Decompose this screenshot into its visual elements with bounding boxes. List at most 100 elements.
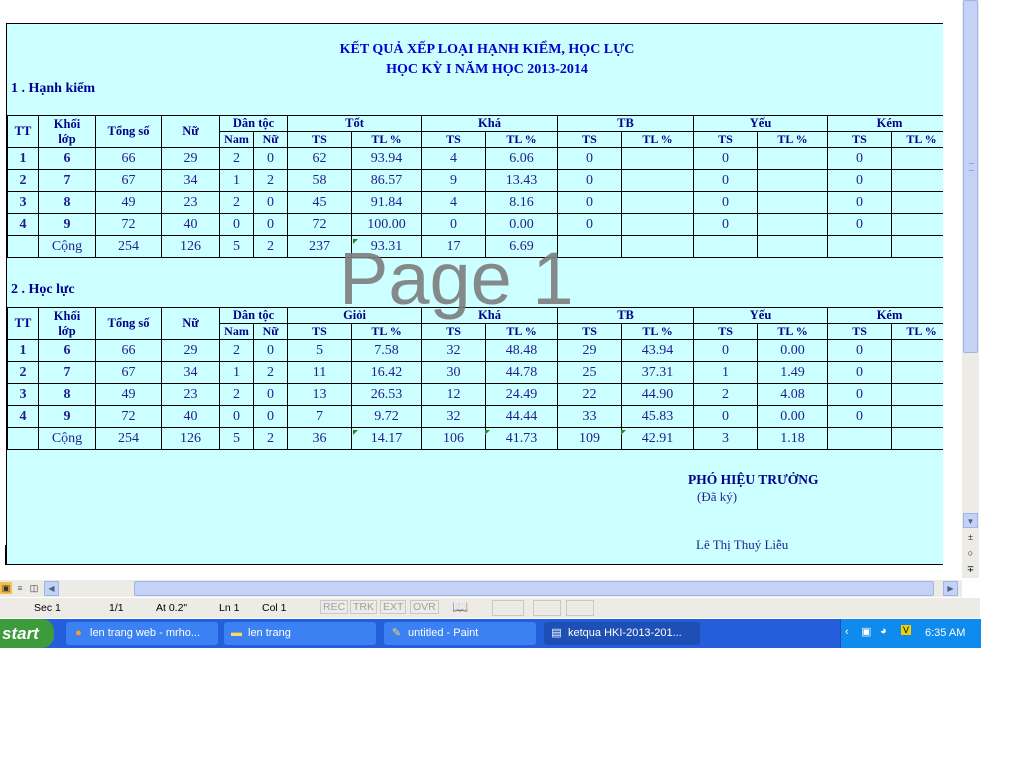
header-khoi-line2: lớp — [58, 131, 76, 146]
header-tong-so: Tổng số — [95, 115, 162, 148]
table-cell: 0 — [693, 147, 759, 170]
status-trk[interactable]: TRK — [350, 600, 377, 614]
table-row: Cộng 254 126 5 2 36 14.17 106 41.73 109 42.91 3 1.18 — [7, 427, 943, 450]
table-cell — [7, 427, 39, 450]
table-cell: 6.69 — [485, 235, 559, 258]
reading-view-icon[interactable]: ◫ — [28, 582, 40, 594]
antivirus-icon[interactable]: V — [901, 625, 912, 635]
status-ovr[interactable]: OVR — [410, 600, 439, 614]
next-page-button[interactable]: ∓ — [963, 562, 978, 577]
table-cell — [621, 213, 695, 236]
table-cell: 58 — [287, 169, 353, 192]
select-browse-object-button[interactable]: ○ — [963, 546, 978, 561]
table-cell: 8 — [38, 383, 96, 406]
table-cell: 7 — [38, 169, 96, 192]
table-row: 2 7 67 34 1 2 11 16.42 30 44.78 25 37.31 1 1.49 0 — [7, 361, 943, 384]
outline-view-icon[interactable]: ≡ — [14, 582, 26, 594]
header-tt: TT — [7, 307, 39, 340]
table-cell: 93.94 — [351, 147, 423, 170]
print-layout-view-icon[interactable]: ▣ — [0, 582, 12, 594]
header-ts: TS — [693, 323, 759, 340]
scroll-right-button[interactable]: ▶ — [943, 581, 958, 596]
table-cell: 2 — [219, 383, 254, 406]
start-button[interactable]: start — [0, 619, 54, 648]
table-cell — [621, 191, 695, 214]
header-tl: TL % — [891, 323, 943, 340]
table-cell — [827, 235, 893, 258]
comment-marker — [621, 430, 626, 435]
table-cell: 17 — [421, 235, 487, 258]
table-cell: 1 — [7, 147, 39, 170]
taskbar-item-word[interactable]: ▤ ketqua HKI-2013-201... — [544, 622, 700, 645]
table-cell: 0 — [557, 213, 623, 236]
spelling-status-icon[interactable]: 📖 — [452, 599, 468, 615]
table-cell: 7 — [38, 361, 96, 384]
taskbar-item-paint[interactable]: ✎ untitled - Paint — [384, 622, 536, 645]
status-ext[interactable]: EXT — [380, 600, 407, 614]
taskbar-item-folder[interactable]: ▬ len trang — [224, 622, 376, 645]
table-cell: 7.58 — [351, 339, 423, 362]
table-cell: 0 — [557, 147, 623, 170]
header-group: Kém — [827, 115, 943, 132]
header-ts: TS — [287, 131, 353, 148]
report-title: KẾT QUẢ XẾP LOẠI HẠNH KIỂM, HỌC LỰC — [339, 42, 635, 57]
table-cell: 72 — [95, 405, 162, 428]
header-group: Tốt — [287, 115, 423, 132]
header-khoi-line2: lớp — [58, 323, 76, 338]
table-cell: 44.90 — [621, 383, 695, 406]
header-group: Khá — [421, 115, 559, 132]
tray-expand-icon[interactable]: ‹ — [845, 626, 849, 638]
table-cell: 0 — [557, 191, 623, 214]
scroll-down-button[interactable]: ▼ — [963, 513, 978, 528]
vertical-scroll-thumb[interactable] — [963, 0, 978, 353]
scroll-left-button[interactable]: ◀ — [44, 581, 59, 596]
table-cell: 4 — [421, 147, 487, 170]
header-group: Yếu — [693, 115, 829, 132]
table-cell: 9 — [38, 213, 96, 236]
clock[interactable]: 6:35 AM — [925, 627, 965, 639]
header-tl: TL % — [757, 131, 829, 148]
network-icon[interactable]: ▣ — [861, 625, 871, 638]
table-cell: 2 — [693, 383, 759, 406]
previous-page-button[interactable]: ± — [963, 530, 978, 545]
status-rec[interactable]: REC — [320, 600, 349, 614]
table-cell: 126 — [161, 235, 220, 258]
header-tl: TL % — [757, 323, 829, 340]
header-dan-toc: Dân tộc — [218, 115, 289, 132]
header-khoi-line1: Khối — [53, 308, 81, 323]
table-row: 2 7 67 34 1 2 58 86.57 9 13.43 0 0 0 — [7, 169, 943, 192]
document-page[interactable]: KẾT QUẢ XẾP LOẠI HẠNH KIỂM, HỌC LỰC HỌC … — [6, 23, 943, 565]
firefox-icon: ● — [75, 627, 82, 639]
taskbar-item-firefox[interactable]: ● len trang web - mrho... — [66, 622, 218, 645]
header-ts: TS — [421, 131, 487, 148]
table-cell — [757, 213, 829, 236]
horizontal-scroll-thumb[interactable] — [134, 581, 934, 596]
table-cell — [7, 235, 39, 258]
folder-icon: ▬ — [231, 627, 242, 639]
section-academic-heading: 2 . Học lực — [11, 282, 75, 297]
header-group: TB — [557, 307, 695, 324]
horizontal-scrollbar[interactable]: ▣ ≡ ◫ ◀ ▶ — [0, 580, 962, 597]
header-tl: TL % — [351, 323, 423, 340]
table-cell: 6 — [38, 339, 96, 362]
table-cell: 0 — [693, 191, 759, 214]
table-cell: 5 — [287, 339, 353, 362]
vertical-scrollbar[interactable]: ▼ ± ○ ∓ — [962, 0, 979, 578]
table-cell: 0 — [693, 169, 759, 192]
table-cell: 67 — [95, 361, 162, 384]
header-nu: Nữ — [161, 115, 220, 148]
table-cell: 3 — [693, 427, 759, 450]
table-cell — [891, 339, 943, 362]
comment-marker — [353, 430, 358, 435]
header-nu-sub: Nữ — [252, 131, 289, 148]
table-cell: 62 — [287, 147, 353, 170]
table-cell: 93.31 — [351, 235, 423, 258]
table-cell: 0.00 — [485, 213, 559, 236]
header-group: TB — [557, 115, 695, 132]
table-cell — [621, 147, 695, 170]
table-cell — [891, 213, 943, 236]
security-icon[interactable]: ◕ — [880, 625, 887, 637]
status-bar: Sec 1 1/1 At 0.2" Ln 1 Col 1 REC TRK EXT… — [0, 598, 980, 618]
document-area[interactable]: KẾT QUẢ XẾP LOẠI HẠNH KIỂM, HỌC LỰC HỌC … — [0, 0, 962, 578]
table-cell: 45 — [287, 191, 353, 214]
